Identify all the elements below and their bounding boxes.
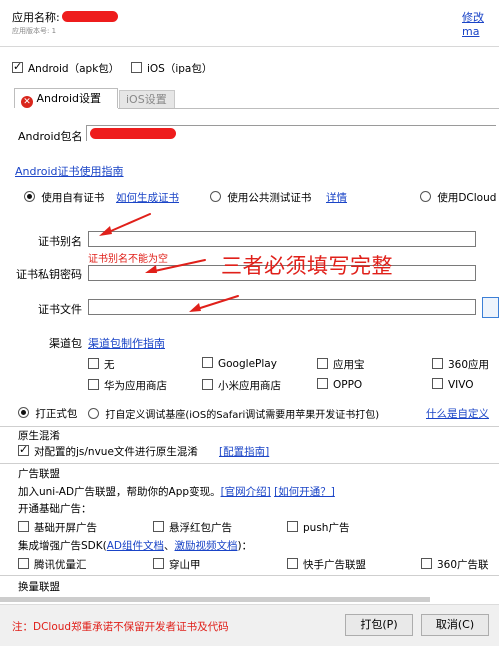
checkbox-icon — [432, 378, 443, 389]
basic-ads-title: 开通基础广告： — [18, 503, 92, 515]
ad-tencent-checkbox[interactable]: 腾讯优量汇 — [18, 557, 87, 572]
arrow-to-password — [149, 259, 206, 273]
channel-huawei-checkbox[interactable]: 华为应用商店 — [88, 378, 167, 393]
channel-vivo-checkbox[interactable]: VIVO — [432, 378, 474, 391]
channel-360-checkbox[interactable]: 360应用 — [432, 357, 489, 372]
annotation-text: 三者必须填写完整 — [221, 254, 393, 278]
checkbox-icon — [421, 558, 432, 569]
ads-how-link[interactable]: [如何开通？] — [274, 486, 335, 498]
sdk-ads-title: 集成增强广告SDK(AD组件文档、激励视频文档)： — [18, 540, 253, 552]
channel-oppo-checkbox[interactable]: OPPO — [317, 378, 362, 391]
footer-notice: 注：DCloud郑重承诺不保留开发者证书及代码 — [12, 621, 229, 633]
exchange-title: 换量联盟 — [18, 581, 60, 593]
arrow-to-file — [193, 295, 239, 311]
channel-guide-link[interactable]: 渠道包制作指南 — [88, 335, 165, 351]
radio-checked-icon — [18, 407, 29, 418]
arrow-to-file-head — [189, 303, 201, 312]
ads-title: 广告联盟 — [18, 468, 60, 480]
channel-xiaomi-checkbox[interactable]: 小米应用商店 — [202, 378, 281, 393]
reward-video-doc-link[interactable]: 激励视频文档 — [175, 540, 238, 552]
native-obfuscation-checkbox[interactable]: 对配置的js/nvue文件进行原生混淆 — [18, 443, 198, 459]
arrow-to-alias-head — [99, 226, 112, 236]
checkbox-icon — [317, 358, 328, 369]
ad-360-checkbox[interactable]: 360广告联 — [421, 557, 489, 572]
ads-intro: 加入uni-AD广告联盟，帮助你的App变现。[官网介绍] [如何开通？] — [18, 486, 335, 498]
channel-googleplay-checkbox[interactable]: GooglePlay — [202, 357, 277, 370]
checkbox-icon — [18, 558, 29, 569]
channel-none-checkbox[interactable]: 无 — [88, 357, 115, 372]
ad-component-doc-link[interactable]: AD组件文档 — [107, 540, 164, 552]
checkbox-icon — [153, 558, 164, 569]
ad-splash-checkbox[interactable]: 基础开屏广告 — [18, 520, 97, 535]
ads-site-link[interactable]: [官网介绍] — [221, 486, 271, 498]
checkbox-icon — [317, 378, 328, 389]
checkbox-icon — [287, 558, 298, 569]
ad-pangle-checkbox[interactable]: 穿山甲 — [153, 557, 201, 572]
checkbox-icon — [287, 521, 298, 532]
radio-icon — [88, 408, 99, 419]
radio-custom-base-build[interactable]: 打自定义调试基座(iOS的Safari调试需要用苹果开发证书打包) — [88, 406, 379, 421]
obfuscation-guide-link[interactable]: [配置指南] — [219, 444, 269, 459]
channel-label: 渠道包 — [49, 337, 82, 350]
checkbox-icon — [432, 358, 443, 369]
native-obfuscation-title: 原生混淆 — [18, 430, 60, 442]
ad-push-checkbox[interactable]: push广告 — [287, 520, 349, 535]
checkbox-icon — [153, 521, 164, 532]
ad-kuaishou-checkbox[interactable]: 快手广告联盟 — [287, 557, 366, 572]
checkbox-icon — [202, 379, 213, 390]
horizontal-scrollbar[interactable] — [0, 597, 430, 602]
checkbox-icon — [18, 521, 29, 532]
channel-yingyongbao-checkbox[interactable]: 应用宝 — [317, 357, 365, 372]
pack-button[interactable]: 打包(P) — [345, 614, 413, 636]
checkbox-icon — [88, 379, 99, 390]
custom-base-help-link[interactable]: 什么是自定义 — [426, 406, 489, 421]
checkbox-checked-icon — [18, 443, 29, 456]
cancel-button[interactable]: 取消(C) — [421, 614, 489, 636]
radio-formal-build[interactable]: 打正式包 — [18, 406, 77, 421]
arrow-to-password-head — [145, 265, 157, 273]
checkbox-icon — [88, 358, 99, 369]
ad-redpacket-checkbox[interactable]: 悬浮红包广告 — [153, 520, 232, 535]
checkbox-icon — [202, 357, 213, 368]
